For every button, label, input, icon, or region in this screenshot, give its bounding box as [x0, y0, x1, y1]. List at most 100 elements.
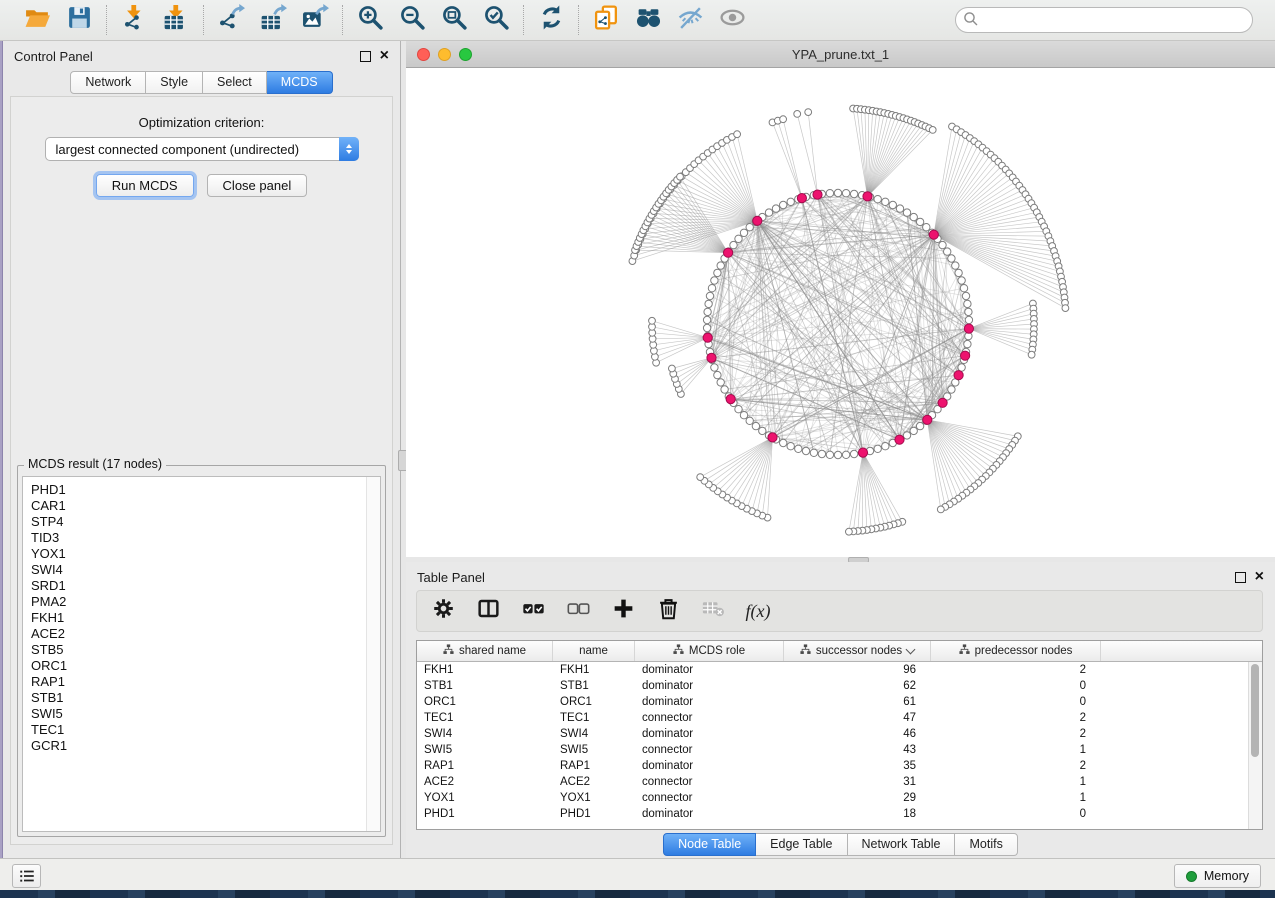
ring-node[interactable]	[735, 406, 742, 413]
mcds-node[interactable]	[858, 448, 867, 457]
mcds-node[interactable]	[797, 194, 806, 203]
ring-node[interactable]	[740, 229, 747, 236]
leaf-node[interactable]	[846, 528, 853, 535]
leaf-node[interactable]	[697, 474, 704, 481]
ring-node[interactable]	[759, 427, 766, 434]
create-column-button[interactable]	[610, 598, 636, 624]
list-item[interactable]: PHD1	[31, 482, 380, 498]
ring-node[interactable]	[882, 443, 889, 450]
table-row[interactable]: ACE2ACE2connector311	[417, 774, 1262, 790]
ring-node[interactable]	[903, 432, 910, 439]
table-row[interactable]: FKH1FKH1dominator962	[417, 662, 1262, 678]
mcds-node[interactable]	[813, 190, 822, 199]
import-network-button[interactable]	[119, 5, 149, 35]
ring-node[interactable]	[958, 277, 965, 284]
leaf-node[interactable]	[929, 127, 936, 134]
ring-node[interactable]	[735, 235, 742, 242]
zoom-in-button[interactable]	[355, 5, 385, 35]
tab-select[interactable]: Select	[203, 71, 267, 94]
zoom-selected-button[interactable]	[481, 5, 511, 35]
list-item[interactable]: STB1	[31, 690, 380, 706]
zoom-fit-button[interactable]	[439, 5, 469, 35]
leaf-node[interactable]	[794, 111, 801, 118]
ring-node[interactable]	[717, 379, 724, 386]
export-table-button[interactable]	[258, 5, 288, 35]
mcds-node[interactable]	[863, 192, 872, 201]
list-item[interactable]: TEC1	[31, 722, 380, 738]
column-header-name[interactable]: name	[553, 641, 635, 661]
open-session-button[interactable]	[22, 5, 52, 35]
ring-node[interactable]	[850, 450, 857, 457]
mcds-node[interactable]	[768, 433, 777, 442]
ring-node[interactable]	[703, 324, 710, 331]
leaf-node[interactable]	[780, 116, 787, 123]
ring-node[interactable]	[850, 190, 857, 197]
list-item[interactable]: PMA2	[31, 594, 380, 610]
ring-node[interactable]	[711, 364, 718, 371]
table-mode-button[interactable]	[430, 598, 456, 624]
tab-style[interactable]: Style	[146, 71, 203, 94]
mcds-node[interactable]	[724, 248, 733, 257]
list-item[interactable]: RAP1	[31, 674, 380, 690]
ring-node[interactable]	[916, 218, 923, 225]
float-table-panel-icon[interactable]	[1235, 572, 1246, 583]
ring-node[interactable]	[717, 262, 724, 269]
ring-node[interactable]	[916, 422, 923, 429]
tab-motifs[interactable]: Motifs	[955, 833, 1017, 856]
list-item[interactable]: SWI4	[31, 562, 380, 578]
window-close-button[interactable]	[417, 48, 430, 61]
show-all-button[interactable]	[717, 5, 747, 35]
ring-node[interactable]	[965, 316, 972, 323]
leaf-node[interactable]	[937, 506, 944, 513]
search-input[interactable]	[955, 7, 1253, 33]
list-item[interactable]: TID3	[31, 530, 380, 546]
delete-columns-button[interactable]	[655, 598, 681, 624]
ring-node[interactable]	[746, 417, 753, 424]
close-table-panel-icon[interactable]: ×	[1255, 571, 1264, 583]
export-image-button[interactable]	[300, 5, 330, 35]
ring-node[interactable]	[960, 285, 967, 292]
ring-node[interactable]	[834, 189, 841, 196]
table-row[interactable]: TEC1TEC1connector472	[417, 710, 1262, 726]
ring-node[interactable]	[787, 198, 794, 205]
ring-node[interactable]	[842, 190, 849, 197]
ring-node[interactable]	[874, 445, 881, 452]
show-columns-button[interactable]	[475, 598, 501, 624]
tab-network[interactable]: Network	[70, 71, 146, 94]
network-graph[interactable]	[406, 68, 1275, 557]
ring-node[interactable]	[740, 412, 747, 419]
ring-node[interactable]	[721, 386, 728, 393]
ring-node[interactable]	[818, 450, 825, 457]
ring-node[interactable]	[703, 316, 710, 323]
ring-node[interactable]	[952, 262, 959, 269]
zoom-out-button[interactable]	[397, 5, 427, 35]
ring-node[interactable]	[752, 422, 759, 429]
hide-selected-button[interactable]	[675, 5, 705, 35]
ring-node[interactable]	[795, 445, 802, 452]
table-row[interactable]: SWI4SWI4dominator462	[417, 726, 1262, 742]
table-scrollbar-thumb[interactable]	[1251, 664, 1259, 757]
ring-node[interactable]	[939, 241, 946, 248]
mcds-node[interactable]	[954, 371, 963, 380]
table-row[interactable]: SWI5SWI5connector431	[417, 742, 1262, 758]
ring-node[interactable]	[826, 190, 833, 197]
list-item[interactable]: ORC1	[31, 658, 380, 674]
ring-node[interactable]	[889, 201, 896, 208]
column-header-shared-name[interactable]: shared name	[417, 641, 553, 661]
table-scrollbar[interactable]	[1248, 662, 1262, 829]
ring-node[interactable]	[834, 451, 841, 458]
ring-node[interactable]	[923, 224, 930, 231]
mcds-node[interactable]	[707, 353, 716, 362]
result-list-scrollbar[interactable]	[366, 477, 380, 831]
ring-node[interactable]	[964, 340, 971, 347]
ring-node[interactable]	[882, 198, 889, 205]
save-session-button[interactable]	[64, 5, 94, 35]
float-panel-icon[interactable]	[360, 51, 371, 62]
ring-node[interactable]	[714, 269, 721, 276]
export-network-button[interactable]	[216, 5, 246, 35]
ring-node[interactable]	[705, 300, 712, 307]
ring-node[interactable]	[964, 300, 971, 307]
ring-node[interactable]	[874, 196, 881, 203]
import-table-button[interactable]	[161, 5, 191, 35]
ring-node[interactable]	[714, 371, 721, 378]
